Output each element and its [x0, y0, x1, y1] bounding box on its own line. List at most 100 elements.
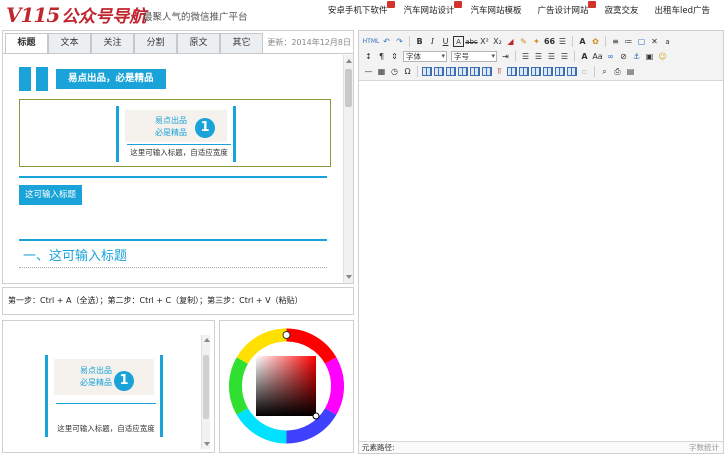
unordered-list-icon[interactable]: ≔ — [623, 36, 634, 47]
time-icon[interactable]: ◷ — [389, 66, 400, 77]
color-wheel[interactable] — [220, 321, 353, 452]
tab-title[interactable]: 标题 — [5, 33, 48, 53]
logo[interactable]: V115 公众号导航 — [6, 2, 146, 27]
tab-original[interactable]: 原文 — [177, 33, 220, 53]
html-source-button[interactable]: HTML — [363, 36, 380, 47]
color-handle[interactable] — [312, 412, 320, 420]
merge-right-icon[interactable] — [519, 67, 529, 76]
top-link[interactable]: 汽车网站设计 — [395, 1, 463, 16]
merge-down-icon[interactable] — [531, 67, 541, 76]
scroll-down-icon[interactable] — [346, 275, 352, 279]
font-color-icon[interactable]: A — [577, 36, 588, 47]
insert-table-icon[interactable] — [422, 67, 432, 76]
date-icon[interactable]: ▦ — [376, 66, 387, 77]
badge-line-1: 易点出品 — [80, 366, 112, 375]
split-rows-icon[interactable] — [555, 67, 565, 76]
badge-panel: 易点出品 必是精品 1 — [125, 110, 227, 142]
indent-icon[interactable]: ⇥ — [500, 51, 511, 62]
align-center-icon[interactable]: ☰ — [533, 51, 544, 62]
case-icon[interactable]: Aa — [592, 51, 603, 62]
italic-button[interactable]: I — [427, 36, 438, 47]
font-size-select[interactable]: 字号 — [451, 51, 497, 62]
underline-button[interactable]: U — [440, 36, 451, 47]
redo-icon[interactable]: ↷ — [394, 36, 405, 47]
template-title: 易点出品，必是精品 — [56, 69, 166, 89]
dotted-rule — [19, 267, 327, 268]
text-icon[interactable]: a — [662, 36, 673, 47]
strikethrough-icon[interactable]: abc — [465, 36, 478, 47]
preview-scrollbar[interactable] — [201, 335, 210, 449]
magic-icon[interactable]: ✦ — [531, 36, 542, 47]
line-height-icon[interactable]: ⇕ — [389, 51, 400, 62]
subscript-icon[interactable]: X₂ — [492, 36, 503, 47]
scroll-up-icon[interactable] — [204, 338, 210, 342]
text-direction-icon[interactable]: A — [579, 51, 590, 62]
justify-icon[interactable]: ☰ — [559, 51, 570, 62]
highlight-icon[interactable]: ✿ — [590, 36, 601, 47]
image-icon[interactable]: ▣ — [644, 51, 655, 62]
delete-col-icon[interactable] — [482, 67, 492, 76]
badge-line-2: 必是精品 — [80, 378, 112, 387]
scroll-thumb[interactable] — [203, 355, 209, 419]
row-spacing-icon[interactable]: ↕ — [363, 51, 374, 62]
template-item[interactable]: 这可输入标题 — [19, 185, 83, 205]
special-char-icon[interactable]: Ω — [402, 66, 413, 77]
delete-row-icon[interactable] — [458, 67, 468, 76]
format-painter-icon[interactable]: ✎ — [518, 36, 529, 47]
clear-format-icon[interactable]: ☰ — [557, 36, 568, 47]
tab-divider[interactable]: 分割 — [134, 33, 177, 53]
undo-icon[interactable]: ↶ — [381, 36, 392, 47]
tab-text[interactable]: 文本 — [48, 33, 91, 53]
tab-other[interactable]: 其它 — [220, 33, 263, 53]
scroll-down-icon[interactable] — [204, 442, 210, 446]
split-cols-icon[interactable] — [567, 67, 577, 76]
emoji-icon[interactable]: ☺ — [657, 51, 668, 62]
link-icon[interactable]: ∞ — [605, 51, 616, 62]
template-scrollbar[interactable] — [343, 55, 353, 283]
paragraph-spacing-icon[interactable]: ¶ — [376, 51, 387, 62]
top-link[interactable]: 安卓手机下软件 — [320, 1, 396, 16]
align-left-icon[interactable]: ☰ — [520, 51, 531, 62]
scroll-up-icon[interactable] — [346, 59, 352, 63]
disabled-tool-icon: ▫ — [581, 67, 588, 76]
hue-handle[interactable] — [282, 331, 291, 339]
split-icon[interactable]: ⫪ — [494, 66, 505, 77]
editor-content[interactable] — [359, 82, 723, 441]
tab-follow[interactable]: 关注 — [91, 33, 134, 53]
top-link[interactable]: 汽车网站模板 — [462, 4, 529, 16]
template-item[interactable]: 一、这可输入标题 — [23, 245, 127, 264]
eraser-icon[interactable]: ◢ — [505, 36, 516, 47]
preview-icon[interactable]: ▤ — [625, 66, 636, 77]
clear-doc-icon[interactable]: ✕ — [649, 36, 660, 47]
bold-button[interactable]: B — [414, 36, 425, 47]
deco-square — [36, 67, 48, 91]
font-family-select[interactable]: 字体 — [403, 51, 447, 62]
search-replace-icon[interactable]: ⌕ — [599, 66, 610, 77]
template-rule — [19, 239, 327, 241]
horizontal-rule-icon[interactable]: — — [363, 66, 374, 77]
select-all-icon[interactable]: ▢ — [636, 36, 647, 47]
template-item-selected[interactable]: 易点出品 必是精品 1 这里可输入标题，自适应宽度 — [19, 99, 331, 167]
top-link[interactable]: 广告设计网站 — [529, 1, 597, 16]
toolbar-row-3: — ▦ ◷ Ω ⫪ ▫ ⌕ ⎙ ▤ — [362, 64, 637, 79]
align-right-icon[interactable]: ☰ — [546, 51, 557, 62]
template-item[interactable]: 易点出品，必是精品 — [19, 67, 166, 91]
superscript-icon[interactable]: X² — [479, 36, 490, 47]
blockquote-icon[interactable]: 66 — [544, 36, 555, 47]
delete-table-icon[interactable] — [434, 67, 444, 76]
badge-panel: 易点出品 必是精品 1 — [54, 359, 154, 395]
unlink-icon[interactable]: ⊘ — [618, 51, 629, 62]
insert-col-icon[interactable] — [470, 67, 480, 76]
border-a-icon[interactable]: A — [453, 36, 464, 47]
split-cells-icon[interactable] — [543, 67, 553, 76]
top-link[interactable]: 寂寞交友 — [596, 4, 646, 16]
merge-cells-icon[interactable] — [507, 67, 517, 76]
status-bar: 元素路径: 字数统计 — [359, 441, 723, 453]
scroll-thumb[interactable] — [345, 69, 352, 107]
ordered-list-icon[interactable]: ≡ — [610, 36, 621, 47]
anchor-icon[interactable]: ⚓ — [631, 51, 642, 62]
word-count[interactable]: 字数统计 — [689, 442, 719, 453]
insert-row-icon[interactable] — [446, 67, 456, 76]
top-link[interactable]: 出租车led广告 — [647, 4, 719, 16]
print-icon[interactable]: ⎙ — [612, 66, 623, 77]
